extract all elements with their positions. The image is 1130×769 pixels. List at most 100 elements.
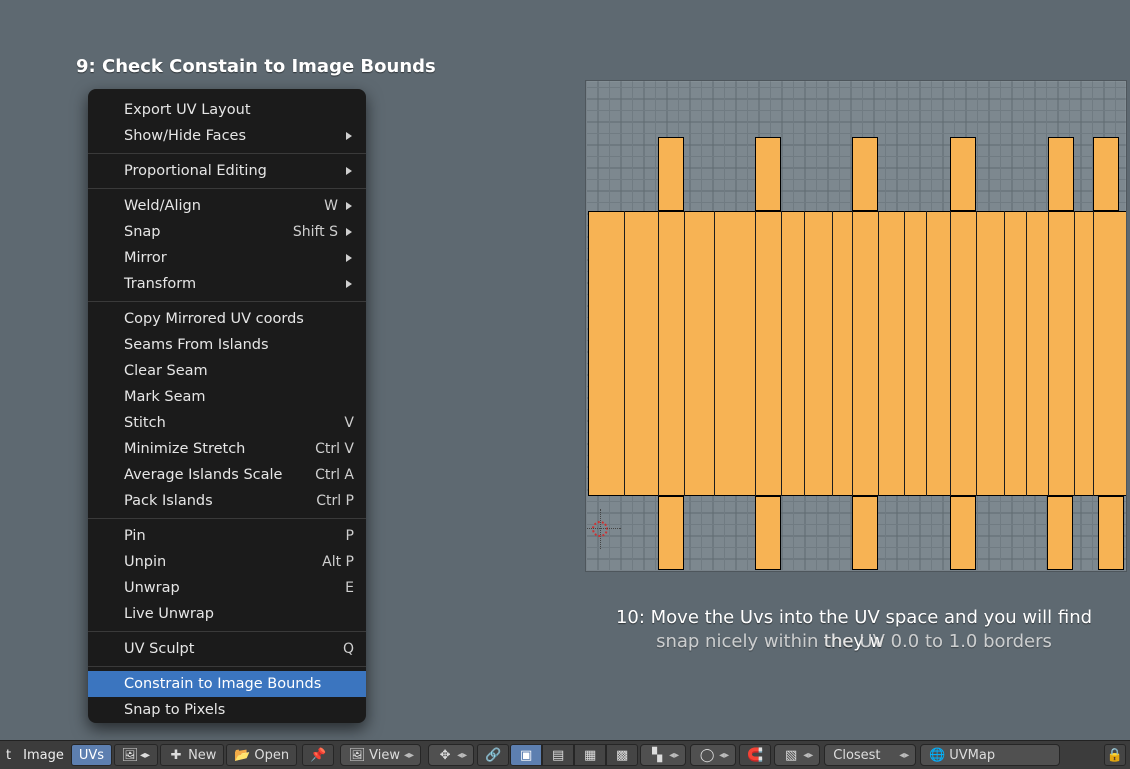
menu-minimize-stretch[interactable]: Minimize StretchCtrl V <box>88 436 366 462</box>
caption-step-10-line2: snap nicely within the UV 0.0 to 1.0 bor… <box>594 630 1114 654</box>
menu-weld-align[interactable]: Weld/AlignW <box>88 193 366 219</box>
folder-icon: 📂 <box>234 747 250 763</box>
uv-island-tab-down <box>1098 496 1124 570</box>
menu-mirror[interactable]: Mirror <box>88 245 366 271</box>
uv-island-tab-up <box>755 137 781 211</box>
uv-select-mode-group: ▣ ▤ ▦ ▩ <box>510 744 638 766</box>
select-vertex-button[interactable]: ▣ <box>510 744 542 766</box>
uvmap-icon: 🌐 <box>929 747 945 763</box>
uv-island-divisions <box>588 211 1127 496</box>
header-menu-uvs[interactable]: UVs <box>71 744 112 766</box>
uv-island-tab-down <box>1047 496 1073 570</box>
chevron-right-icon <box>346 280 354 288</box>
menu-uv-sculpt-toggle[interactable]: UV SculptQ <box>88 636 366 662</box>
menu-average-islands-scale[interactable]: Average Islands ScaleCtrl A <box>88 462 366 488</box>
menu-stitch[interactable]: StitchV <box>88 410 366 436</box>
shortcut-label: V <box>344 415 354 431</box>
shortcut-label: Ctrl A <box>315 467 354 483</box>
menu-snap[interactable]: SnapShift S <box>88 219 366 245</box>
uv-island-tab-up <box>1048 137 1074 211</box>
chevron-right-icon <box>346 202 354 210</box>
uv-map-selector[interactable]: 🌐UVMap <box>920 744 1060 766</box>
sync-icon: 🔗 <box>485 747 501 763</box>
pin-icon: 📌 <box>310 747 326 763</box>
image-browse-button[interactable]: 🖼◂▸ <box>114 744 158 766</box>
shortcut-label: W <box>324 198 338 214</box>
image-icon: 🖼 <box>122 747 138 763</box>
chevron-right-icon <box>346 132 354 140</box>
new-image-button[interactable]: ✚New <box>160 744 224 766</box>
uv-island-tab-up <box>852 137 878 211</box>
menu-export-uv-layout[interactable]: Export UV Layout <box>88 97 366 123</box>
uv-island-tab-up <box>950 137 976 211</box>
uv-island-tab-up <box>658 137 684 211</box>
uv-island-tab-down <box>950 496 976 570</box>
menu-mark-seam[interactable]: Mark Seam <box>88 384 366 410</box>
select-edge-button[interactable]: ▤ <box>542 744 574 766</box>
chevron-right-icon <box>346 228 354 236</box>
menu-proportional-editing[interactable]: Proportional Editing <box>88 158 366 184</box>
menu-unwrap[interactable]: UnwrapE <box>88 575 366 601</box>
uv-editor-header: t Image UVs 🖼◂▸ ✚New 📂Open 📌 🖼View◂▸ ✥◂▸… <box>0 740 1130 769</box>
magnet-icon: 🧲 <box>747 747 763 763</box>
pin-button[interactable]: 📌 <box>302 744 334 766</box>
view-dropdown[interactable]: 🖼View◂▸ <box>340 744 421 766</box>
menu-separator <box>88 188 366 189</box>
menu-copy-mirrored-uv[interactable]: Copy Mirrored UV coords <box>88 306 366 332</box>
plus-icon: ✚ <box>168 747 184 763</box>
menu-separator <box>88 518 366 519</box>
menu-clear-seam[interactable]: Clear Seam <box>88 358 366 384</box>
pivot-icon: ✥ <box>437 747 453 763</box>
shortcut-label: Q <box>343 641 354 657</box>
sync-selection-button[interactable]: 🔗 <box>477 744 509 766</box>
lock-button[interactable]: 🔒 <box>1104 744 1126 766</box>
menu-show-hide-faces[interactable]: Show/Hide Faces <box>88 123 366 149</box>
menu-pin[interactable]: PinP <box>88 523 366 549</box>
texture-interpolation-dropdown[interactable]: Closest◂▸ <box>824 744 916 766</box>
sticky-icon: ▚ <box>649 747 665 763</box>
snap-target-icon: ▧ <box>783 747 799 763</box>
uv-editor-canvas[interactable] <box>585 80 1127 572</box>
menu-constrain-to-image-bounds-toggle[interactable]: Constrain to Image Bounds <box>88 671 366 697</box>
menu-live-unwrap-toggle[interactable]: Live Unwrap <box>88 601 366 627</box>
uv-island-tab-down <box>755 496 781 570</box>
lock-icon: 🔒 <box>1107 748 1123 763</box>
caption-step-9: 9: Check Constain to Image Bounds <box>76 56 436 77</box>
2d-cursor-icon <box>585 513 616 545</box>
face-icon: ▦ <box>582 747 598 763</box>
uv-island-tab-down <box>658 496 684 570</box>
menu-separator <box>88 631 366 632</box>
menu-snap-to-pixels-toggle[interactable]: Snap to Pixels <box>88 697 366 723</box>
shortcut-label: Alt P <box>322 554 354 570</box>
menu-separator <box>88 301 366 302</box>
header-menu-truncated[interactable]: t <box>0 748 17 763</box>
menu-transform[interactable]: Transform <box>88 271 366 297</box>
shortcut-label: P <box>346 528 354 544</box>
image-icon: 🖼 <box>349 747 365 763</box>
chevron-right-icon <box>346 254 354 262</box>
select-face-button[interactable]: ▦ <box>574 744 606 766</box>
uv-island-tab-down <box>852 496 878 570</box>
island-icon: ▩ <box>614 747 630 763</box>
snap-target-dropdown[interactable]: ▧◂▸ <box>774 744 820 766</box>
sticky-select-dropdown[interactable]: ▚◂▸ <box>640 744 686 766</box>
menu-unpin[interactable]: UnpinAlt P <box>88 549 366 575</box>
proportional-icon: ◯ <box>699 747 715 763</box>
select-island-button[interactable]: ▩ <box>606 744 638 766</box>
uvs-context-menu: Export UV Layout Show/Hide Faces Proport… <box>88 89 366 723</box>
uv-island-tab-up <box>1093 137 1119 211</box>
shortcut-label: Ctrl V <box>315 441 354 457</box>
snap-toggle-button[interactable]: 🧲 <box>739 744 771 766</box>
shortcut-label: Shift S <box>293 224 338 240</box>
pivot-dropdown[interactable]: ✥◂▸ <box>428 744 474 766</box>
proportional-editing-dropdown[interactable]: ◯◂▸ <box>690 744 736 766</box>
menu-separator <box>88 666 366 667</box>
shortcut-label: E <box>345 580 354 596</box>
header-menu-image[interactable]: Image <box>17 748 70 763</box>
menu-pack-islands[interactable]: Pack IslandsCtrl P <box>88 488 366 514</box>
open-image-button[interactable]: 📂Open <box>226 744 297 766</box>
shortcut-label: Ctrl P <box>316 493 354 509</box>
menu-separator <box>88 153 366 154</box>
menu-seams-from-islands[interactable]: Seams From Islands <box>88 332 366 358</box>
chevron-right-icon <box>346 167 354 175</box>
